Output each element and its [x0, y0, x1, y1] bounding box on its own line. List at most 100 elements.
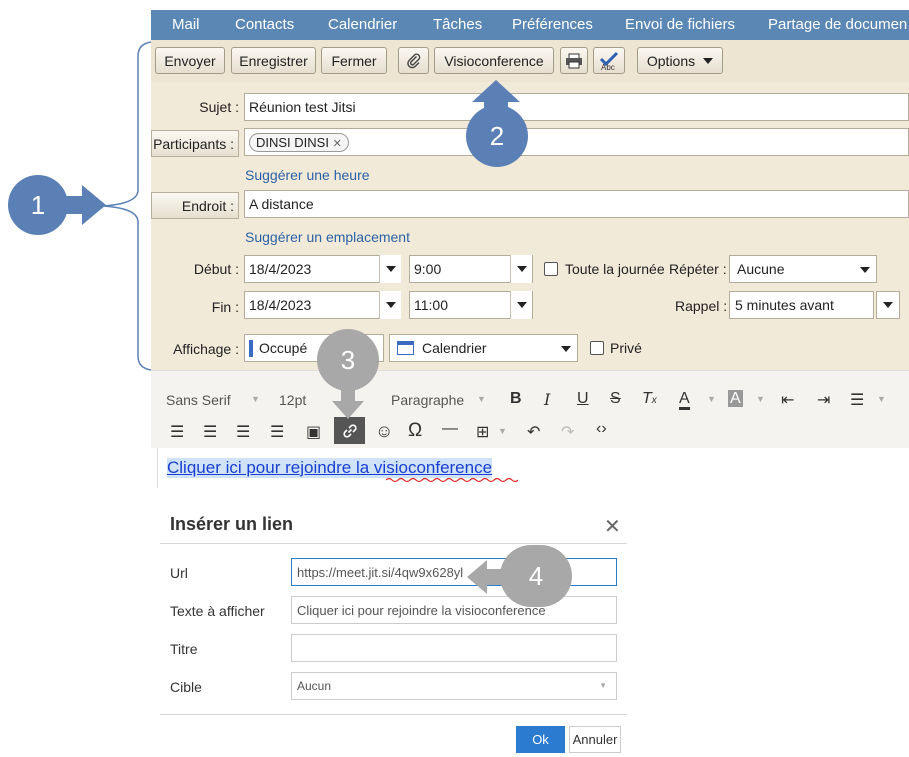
- chip-remove-icon[interactable]: ✕: [333, 138, 342, 150]
- subject-input[interactable]: Réunion test Jitsi: [244, 93, 909, 121]
- visioconference-label: Visioconference: [444, 52, 544, 69]
- close-icon[interactable]: ✕: [604, 514, 621, 539]
- indent-icon[interactable]: ⇥: [817, 390, 830, 410]
- callout-3-number: 3: [340, 344, 356, 375]
- private-checkbox[interactable]: [590, 341, 604, 355]
- options-label: Options: [646, 52, 696, 69]
- end-date-input[interactable]: 18/4/2023: [244, 291, 401, 319]
- title-input[interactable]: [291, 634, 617, 662]
- ok-button[interactable]: Ok: [516, 726, 565, 753]
- end-time-value: 11:00: [414, 297, 448, 313]
- busy-status-icon: [249, 339, 253, 357]
- suggest-time-link[interactable]: Suggérer une heure: [245, 167, 370, 183]
- end-time-dropdown[interactable]: [510, 291, 532, 319]
- callout-2: 2: [466, 105, 528, 167]
- calendar-select[interactable]: Calendrier: [389, 334, 578, 362]
- calendar-value: Calendrier: [422, 340, 487, 356]
- all-day-checkbox[interactable]: [544, 262, 558, 276]
- insert-link-button[interactable]: [334, 417, 365, 444]
- attach-button[interactable]: [398, 47, 429, 74]
- align-right-icon[interactable]: ☰: [236, 422, 250, 442]
- close-label: Fermer: [331, 52, 377, 69]
- save-button[interactable]: Enregistrer: [231, 47, 316, 74]
- nav-tasks[interactable]: Tâches: [433, 16, 482, 33]
- callout-1-arrow-icon: [62, 185, 106, 225]
- horizontal-rule-icon[interactable]: —: [442, 420, 458, 438]
- end-date-value: 18/4/2023: [249, 297, 312, 313]
- send-button[interactable]: Envoyer: [155, 47, 225, 74]
- start-time-value: 9:00: [414, 261, 442, 277]
- callout-4: 4: [500, 545, 572, 607]
- nav-file-sharing[interactable]: Envoi de fichiers: [625, 16, 735, 33]
- paperclip-icon: [406, 53, 420, 68]
- start-date-value: 18/4/2023: [249, 261, 312, 277]
- bold-icon[interactable]: B: [510, 390, 522, 408]
- image-icon[interactable]: ▣: [306, 422, 321, 442]
- cancel-button[interactable]: Annuler: [569, 726, 621, 753]
- repeat-select[interactable]: Aucune: [729, 255, 877, 283]
- emoji-icon[interactable]: ☺: [375, 421, 393, 442]
- underline-icon[interactable]: U: [577, 390, 589, 408]
- bullet-list-icon[interactable]: ☰: [850, 390, 864, 410]
- block-format-select[interactable]: Paragraphe: [391, 392, 464, 408]
- align-justify-icon[interactable]: ☰: [270, 422, 284, 442]
- chevron-down-icon: [860, 267, 870, 273]
- subject-label: Sujet :: [199, 99, 239, 115]
- print-button[interactable]: [560, 47, 588, 74]
- text-color-icon[interactable]: A: [679, 390, 690, 410]
- highlight-color-icon[interactable]: A: [728, 390, 743, 407]
- source-code-icon[interactable]: ‹›: [596, 420, 607, 438]
- strikethrough-icon[interactable]: S: [610, 390, 621, 408]
- reminder-select[interactable]: 5 minutes avant: [729, 291, 874, 319]
- chevron-down-icon: [385, 302, 396, 308]
- spellcheck-button[interactable]: Abc: [593, 47, 625, 74]
- chevron-down-icon: [385, 266, 396, 272]
- end-date-dropdown[interactable]: [379, 291, 401, 319]
- font-family-select[interactable]: Sans Serif: [166, 392, 231, 408]
- participants-input[interactable]: DINSI DINSI ✕: [244, 128, 909, 156]
- align-center-icon[interactable]: ☰: [203, 422, 217, 442]
- chevron-down-icon: [516, 266, 527, 272]
- italic-icon[interactable]: I: [544, 390, 550, 409]
- ok-label: Ok: [532, 732, 549, 747]
- start-date-input[interactable]: 18/4/2023: [244, 255, 401, 283]
- display-value: Occupé: [259, 340, 308, 356]
- align-left-icon[interactable]: ☰: [170, 422, 184, 442]
- reminder-dropdown[interactable]: [876, 291, 900, 319]
- nav-contacts[interactable]: Contacts: [235, 16, 294, 33]
- chevron-down-icon: [561, 346, 571, 352]
- calendar-icon: [397, 341, 414, 355]
- start-date-dropdown[interactable]: [379, 255, 401, 283]
- clear-format-icon[interactable]: Tx: [642, 390, 657, 408]
- save-label: Enregistrer: [239, 52, 308, 69]
- display-text-input[interactable]: Cliquer ici pour rejoindre la visioconfe…: [291, 596, 617, 624]
- target-select[interactable]: Aucun ▼: [291, 672, 617, 700]
- undo-icon[interactable]: ↶: [527, 422, 540, 442]
- location-button[interactable]: Endroit :: [151, 192, 239, 219]
- close-button[interactable]: Fermer: [321, 47, 387, 74]
- participants-button[interactable]: Participants :: [151, 130, 239, 157]
- font-size-select[interactable]: 12pt: [279, 392, 306, 408]
- editor-body-link[interactable]: Cliquer ici pour rejoindre la visioconfe…: [167, 458, 493, 478]
- spellcheck-icon: Abc: [599, 51, 619, 71]
- chevron-down-icon: ▼: [477, 394, 486, 404]
- chevron-down-icon: [883, 302, 893, 308]
- nav-mail[interactable]: Mail: [172, 16, 200, 33]
- nav-preferences[interactable]: Préférences: [512, 16, 593, 33]
- options-button[interactable]: Options: [637, 47, 723, 74]
- title-label: Titre: [170, 641, 198, 657]
- redo-icon[interactable]: ↷: [561, 422, 574, 442]
- nav-calendar[interactable]: Calendrier: [328, 16, 397, 33]
- visioconference-button[interactable]: Visioconference: [434, 47, 554, 74]
- outdent-icon[interactable]: ⇤: [781, 390, 794, 410]
- url-label: Url: [170, 565, 188, 581]
- participant-chip[interactable]: DINSI DINSI ✕: [249, 132, 349, 152]
- location-input[interactable]: A distance: [244, 190, 909, 218]
- suggest-location-link[interactable]: Suggérer un emplacement: [245, 229, 410, 245]
- start-time-dropdown[interactable]: [510, 255, 532, 283]
- nav-document-sharing[interactable]: Partage de documen: [768, 16, 907, 33]
- url-value: https://meet.jit.si/4qw9x628yl: [297, 564, 464, 580]
- table-icon[interactable]: ⊞: [476, 422, 489, 442]
- callout-2-number: 2: [489, 120, 505, 151]
- special-char-icon[interactable]: Ω: [408, 420, 422, 442]
